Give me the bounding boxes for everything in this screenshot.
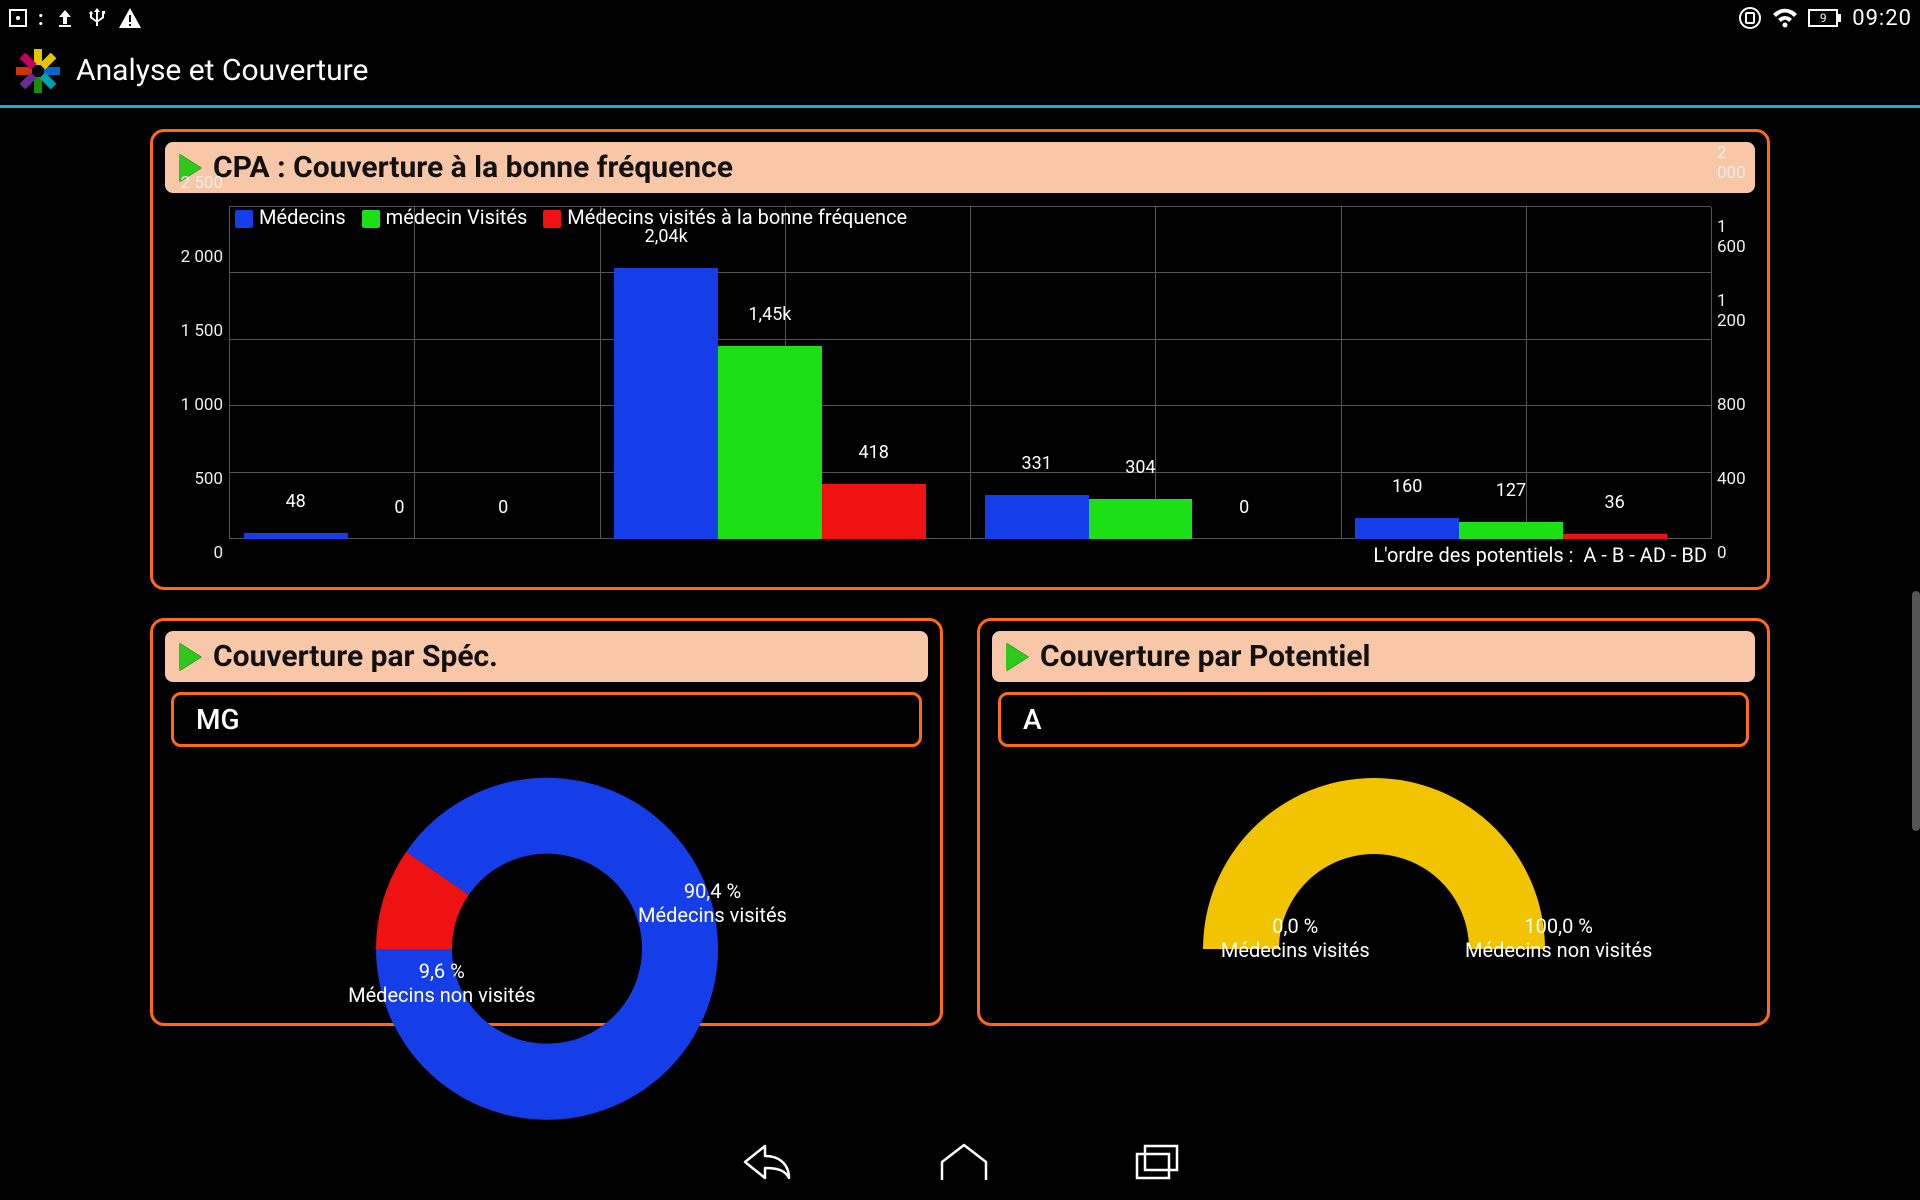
recent-apps-button[interactable] (1131, 1140, 1183, 1188)
y-right-tick: 800 (1717, 395, 1746, 415)
card-pot-title: Couverture par Potentiel (1040, 639, 1370, 674)
pot-subhead: A (998, 692, 1749, 747)
pct-not-visited: 100,0 % (1524, 914, 1593, 938)
bar-label: 418 (858, 442, 888, 463)
donut-pot: 0,0 %Médecins visités 100,0 %Médecins no… (992, 759, 1755, 1009)
bar-label: 2,04k (645, 226, 688, 247)
y-right-tick: 1 600 (1717, 217, 1755, 257)
y-left-tick: 0 (213, 543, 223, 563)
screenshot-icon (8, 8, 28, 28)
play-icon (179, 643, 201, 671)
bar-label: 36 (1605, 492, 1625, 513)
footnote: L'ordre des potentiels : A - B - AD - BD (1373, 543, 1707, 567)
bar (718, 346, 822, 539)
app-logo-icon (14, 47, 62, 95)
bar (985, 495, 1089, 539)
action-bar: Analyse et Couverture (0, 36, 1920, 108)
upload-icon (54, 7, 76, 29)
card-potentiel: Couverture par Potentiel A 0,0 %Médecins… (977, 618, 1770, 1026)
bar (1355, 518, 1459, 539)
usb-icon (86, 6, 108, 30)
bar (822, 484, 926, 539)
scrollbar[interactable] (1912, 591, 1920, 831)
pct-visited: 0,0 % (1272, 914, 1318, 938)
lbl-not-visited: Médecins non visités (348, 983, 535, 1007)
battery-level: 9 (1808, 9, 1838, 27)
pct-visited: 90,4 % (684, 879, 741, 903)
card-cpa-title: CPA : Couverture à la bonne fréquence (213, 150, 733, 185)
y-left-tick: 1 500 (181, 321, 223, 341)
home-button[interactable] (937, 1140, 991, 1188)
bar-chart: 0 500 1 000 1 500 2 000 2 500 0 400 800 … (165, 203, 1755, 573)
bar (1089, 499, 1193, 540)
lbl-visited: Médecins visités (638, 903, 787, 927)
bar-label: 0 (1239, 497, 1249, 518)
y-right-tick: 0 (1717, 543, 1727, 563)
clock: 09:20 (1852, 6, 1912, 31)
lbl-not-visited: Médecins non visités (1465, 938, 1652, 962)
wifi-icon (1772, 8, 1798, 28)
y-left-tick: 2 500 (181, 173, 223, 193)
bar-label: 1,45k (748, 304, 791, 325)
page-title: Analyse et Couverture (76, 53, 368, 88)
card-spec-header: Couverture par Spéc. (165, 631, 928, 682)
y-right-tick: 400 (1717, 469, 1746, 489)
bar-label: 0 (498, 497, 508, 518)
card-pot-header: Couverture par Potentiel (992, 631, 1755, 682)
colon-icon: : (38, 6, 44, 30)
rotate-lock-icon (1738, 6, 1762, 30)
donut-spec: 90,4 %Médecins visités 9,6 %Médecins non… (165, 759, 928, 1009)
bar-label: 0 (394, 497, 404, 518)
card-spec: Couverture par Spéc. MG 90,4 %Médecins v… (150, 618, 943, 1026)
spec-subhead: MG (171, 692, 922, 747)
bar-label: 127 (1496, 480, 1526, 501)
navigation-bar (0, 1128, 1920, 1200)
bar (1563, 534, 1667, 539)
pct-not-visited: 9,6 % (419, 959, 465, 983)
bar-label: 331 (1022, 453, 1052, 474)
y-right-tick: 1 200 (1717, 291, 1755, 331)
y-left-tick: 1 000 (181, 395, 223, 415)
card-spec-title: Couverture par Spéc. (213, 639, 498, 674)
y-left-tick: 500 (194, 469, 223, 489)
warning-icon (118, 7, 142, 29)
card-cpa-header: CPA : Couverture à la bonne fréquence (165, 142, 1755, 193)
y-left-tick: 2 000 (181, 247, 223, 267)
status-bar: : 9 09:20 (0, 0, 1920, 36)
bar (244, 533, 348, 539)
bar (614, 268, 718, 539)
bar (1459, 522, 1563, 539)
card-cpa: CPA : Couverture à la bonne fréquence (150, 129, 1770, 590)
y-right-tick: 2 000 (1717, 143, 1755, 183)
battery-icon: 9 (1808, 9, 1842, 27)
play-icon (1006, 643, 1028, 671)
bar-label: 160 (1392, 476, 1422, 497)
content-scroll[interactable]: CPA : Couverture à la bonne fréquence (0, 111, 1920, 1128)
bar-label: 48 (286, 491, 306, 512)
bar-label: 304 (1125, 457, 1155, 478)
back-button[interactable] (737, 1140, 797, 1188)
lbl-visited: Médecins visités (1221, 938, 1370, 962)
